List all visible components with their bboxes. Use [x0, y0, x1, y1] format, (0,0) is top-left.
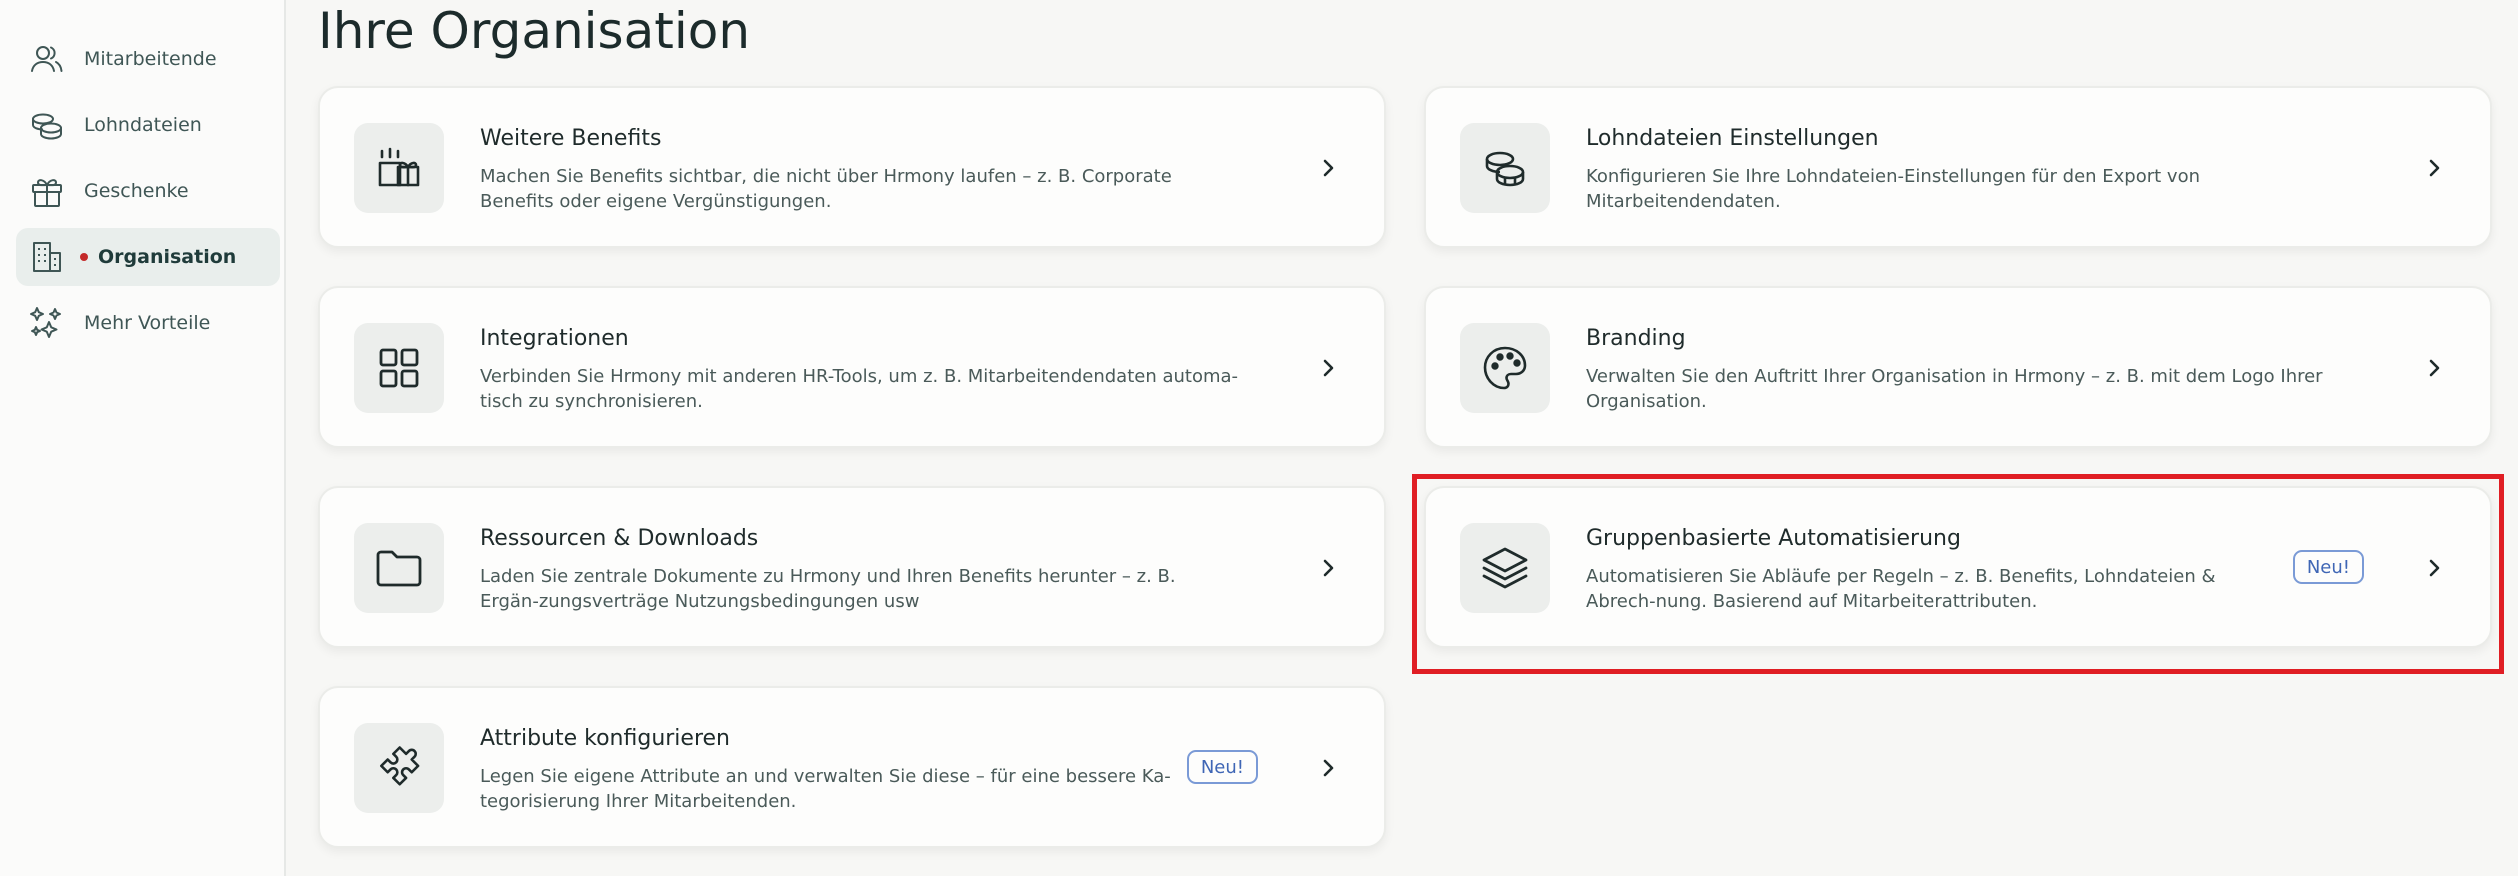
card-integrationen[interactable]: Integrationen Verbinden Sie Hrmony mit a… [318, 286, 1386, 448]
new-badge: Neu! [1186, 750, 1258, 784]
card-gruppenbasierte-automatisierung[interactable]: Gruppenbasierte Automatisierung Automati… [1424, 486, 2492, 648]
new-badge: Neu! [2292, 550, 2364, 584]
card-title: Branding [1586, 326, 1686, 351]
sidebar-item-organisation[interactable]: Organisation [16, 228, 280, 286]
sidebar-item-label: Geschenke [84, 180, 189, 202]
puzzle-icon [354, 723, 444, 813]
card-weitere-benefits[interactable]: Weitere Benefits Machen Sie Benefits sic… [318, 86, 1386, 248]
building-icon [28, 238, 66, 276]
card-ressourcen-downloads[interactable]: Ressourcen & Downloads Laden Sie zentral… [318, 486, 1386, 648]
users-icon [28, 40, 66, 78]
palette-icon [1460, 323, 1550, 413]
card-title: Lohndateien Einstellungen [1586, 126, 1879, 151]
sidebar-item-label: Mitarbeitende [84, 48, 217, 70]
benefits-gift-icon [354, 123, 444, 213]
card-description: Verwalten Sie den Auftritt Ihrer Organis… [1586, 366, 2323, 412]
sidebar-item-mitarbeitende[interactable]: Mitarbeitende [16, 30, 280, 88]
chevron-right-icon [2420, 554, 2448, 582]
card-title: Weitere Benefits [480, 126, 662, 151]
coins-stack-icon [1460, 123, 1550, 213]
chevron-right-icon [1314, 154, 1342, 182]
card-branding[interactable]: Branding Verwalten Sie den Auftritt Ihre… [1424, 286, 2492, 448]
sidebar-item-label: Mehr Vorteile [84, 312, 211, 334]
gift-icon [28, 172, 66, 210]
card-lohndateien-einstellungen[interactable]: Lohndateien Einstellungen Konfigurieren … [1424, 86, 2492, 248]
sidebar-item-lohndateien[interactable]: Lohndateien [16, 96, 280, 154]
folder-icon [354, 523, 444, 613]
card-description: Automatisieren Sie Abläufe per Regeln – … [1586, 566, 2216, 612]
chevron-right-icon [1314, 354, 1342, 382]
sidebar-item-label: Lohndateien [84, 114, 202, 136]
card-title: Gruppenbasierte Automatisierung [1586, 526, 1961, 551]
grid-icon [354, 323, 444, 413]
chevron-right-icon [1314, 554, 1342, 582]
sidebar-item-label: Organisation [98, 246, 237, 268]
chevron-right-icon [2420, 154, 2448, 182]
card-title: Integrationen [480, 326, 629, 351]
chevron-right-icon [1314, 754, 1342, 782]
card-title: Attribute konfigurieren [480, 726, 730, 751]
sidebar: Mitarbeitende Lohndateien Geschenke Orga… [0, 0, 286, 876]
card-attribute-konfigurieren[interactable]: Attribute konfigurieren Legen Sie eigene… [318, 686, 1386, 848]
layers-icon [1460, 523, 1550, 613]
card-description: Machen Sie Benefits sichtbar, die nicht … [480, 166, 1172, 212]
sidebar-item-mehr-vorteile[interactable]: Mehr Vorteile [16, 294, 280, 352]
sidebar-item-geschenke[interactable]: Geschenke [16, 162, 280, 220]
sparkles-icon [28, 304, 66, 342]
active-indicator-dot [80, 253, 88, 261]
card-description: Konfigurieren Sie Ihre Lohndateien-Einst… [1586, 166, 2200, 212]
card-description: Legen Sie eigene Attribute an und verwal… [480, 766, 1171, 812]
coins-icon [28, 106, 66, 144]
card-description: Verbinden Sie Hrmony mit anderen HR-Tool… [480, 366, 1239, 412]
card-description: Laden Sie zentrale Dokumente zu Hrmony u… [480, 566, 1176, 612]
page-title: Ihre Organisation [318, 2, 751, 60]
chevron-right-icon [2420, 354, 2448, 382]
card-title: Ressourcen & Downloads [480, 526, 759, 551]
